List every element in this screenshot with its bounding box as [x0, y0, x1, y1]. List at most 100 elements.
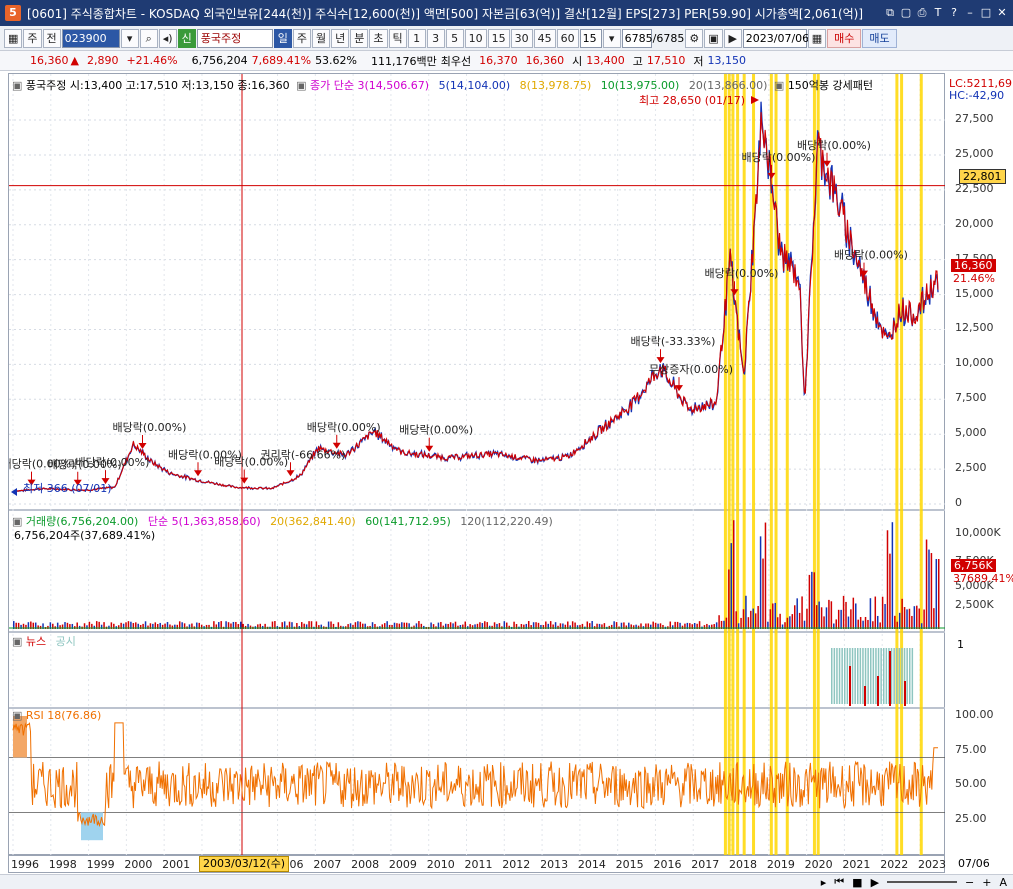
query-icon[interactable]: ▶ — [723, 28, 742, 48]
period-day[interactable]: 일 — [273, 28, 292, 48]
price-tick: 10,000 — [955, 356, 994, 370]
close-icon[interactable]: ✕ — [995, 6, 1009, 20]
price-tick: 27,500 — [955, 112, 994, 126]
interval-45[interactable]: 45 — [533, 28, 556, 48]
font-size-icon[interactable]: A — [999, 876, 1007, 889]
date-input[interactable]: 2023/07/06 — [742, 28, 809, 48]
volume-bar — [730, 543, 733, 629]
interval-3[interactable]: 3 — [426, 28, 445, 48]
period-month[interactable]: 월 — [312, 28, 331, 48]
stock-name-field[interactable]: 풍국주정 — [196, 28, 273, 48]
volume-bar — [757, 605, 759, 629]
maximize-icon[interactable]: □ — [979, 6, 993, 20]
panel-separator-rsi — [9, 707, 946, 709]
dividend-note: 배당락(0.00%) — [705, 267, 779, 280]
save-icon[interactable]: ▣ — [704, 28, 723, 48]
zoom-in-icon[interactable]: + — [982, 876, 991, 889]
price-change: 2,890 — [86, 54, 119, 67]
event-highlight-bar — [727, 74, 731, 856]
interval-10[interactable]: 10 — [464, 28, 487, 48]
dividend-note: 배당락(-33.33%) — [631, 335, 716, 348]
volume-bar — [906, 609, 908, 629]
help-icon[interactable]: ? — [947, 6, 961, 20]
disclosure-mark — [893, 648, 895, 704]
disclosure-mark — [838, 648, 841, 704]
interval-value-input[interactable]: 15 — [579, 28, 602, 48]
volume-bar — [828, 599, 830, 629]
x-axis-right-label: 07/06 — [958, 857, 990, 870]
volume-bar — [772, 603, 774, 629]
zoom-slider[interactable] — [887, 881, 958, 883]
volume-bar — [752, 608, 755, 629]
window-controls: ⧉ ▢ ⎙ T ? – □ ✕ — [883, 6, 1013, 20]
current-price: 16,360 — [30, 54, 69, 67]
interval-30[interactable]: 30 — [510, 28, 533, 48]
stock-code-input[interactable]: 023900 — [61, 28, 120, 48]
volume-bar — [340, 625, 342, 629]
year-tick: 2007 — [313, 858, 342, 871]
volume-bar — [608, 625, 611, 629]
market-select[interactable]: 주 — [23, 28, 42, 48]
zoom-out-icon[interactable]: − — [965, 876, 974, 889]
prev-button[interactable]: 전 — [42, 28, 61, 48]
play-icon[interactable]: ▶ — [871, 876, 879, 889]
volume-sub-label: 6,756,204주(37,689.41%) — [14, 529, 156, 542]
disclosure-mark — [831, 648, 833, 704]
print-icon[interactable]: ⎙ — [915, 6, 929, 20]
period-second[interactable]: 초 — [369, 28, 388, 48]
legend-box-icon-6: ▣ — [12, 709, 23, 722]
year-tick: 2018 — [729, 858, 758, 871]
stop-icon[interactable]: ■ — [852, 876, 862, 889]
code-dropdown-icon[interactable]: ▾ — [120, 28, 139, 48]
disclosure-mark — [883, 648, 885, 704]
dividend-arrow-head — [138, 443, 147, 450]
interval-5[interactable]: 5 — [445, 28, 464, 48]
last-price-tag: 16,360 — [951, 259, 996, 272]
year-tick: 2013 — [540, 858, 569, 871]
rsi-tick: 75.00 — [955, 742, 987, 756]
volume-bar — [889, 553, 891, 629]
chart-settings-icon[interactable]: ⚙ — [685, 28, 704, 48]
volume-bar — [815, 605, 818, 629]
price-tick: 20,000 — [955, 216, 994, 230]
period-year[interactable]: 년 — [331, 28, 350, 48]
scroll-right-icon[interactable]: ▸ — [821, 876, 827, 889]
interval-dropdown-icon[interactable]: ▾ — [602, 28, 621, 48]
year-tick: 1998 — [48, 858, 77, 871]
volume-bar — [850, 609, 852, 629]
turnover-pct: 53.62% — [315, 54, 358, 67]
count-input[interactable]: 6785 — [621, 28, 653, 48]
interval-60[interactable]: 60 — [556, 28, 579, 48]
year-tick: 2020 — [804, 858, 833, 871]
ma5-legend: 5(14,104.00) — [438, 79, 511, 92]
speaker-icon[interactable]: ◂) — [158, 28, 177, 48]
buy-button[interactable]: 매수 — [827, 28, 862, 48]
scroll-first-icon[interactable]: ⏮ — [834, 875, 844, 889]
period-week[interactable]: 주 — [292, 28, 312, 48]
calendar-icon[interactable]: ▦ — [807, 28, 827, 48]
event-highlight-bar — [736, 74, 740, 856]
disclosure-mark — [909, 648, 911, 704]
grid-icon[interactable]: ▦ — [4, 28, 23, 48]
interval-1[interactable]: 1 — [407, 28, 426, 48]
volume-bar — [786, 617, 789, 629]
link-icon[interactable]: ⧉ — [883, 6, 897, 20]
vol-ma60-legend: 60(141,712.95) — [365, 515, 451, 528]
minimize-icon[interactable]: – — [963, 6, 977, 20]
volume-bar — [918, 608, 920, 629]
event-highlight-bar — [919, 74, 923, 856]
price-tick: 12,500 — [955, 321, 994, 335]
panel-separator-news — [9, 631, 946, 633]
interval-15[interactable]: 15 — [487, 28, 510, 48]
volume-bar — [874, 596, 877, 629]
news-mark — [877, 676, 879, 706]
period-tick[interactable]: 틱 — [388, 28, 407, 48]
volume-bar — [491, 625, 493, 629]
period-minute[interactable]: 분 — [350, 28, 369, 48]
chart-canvas[interactable]: 배당락(0.00%)배당락(0.00%)배당락(0.00%)배당락(0.00%)… — [2, 73, 946, 856]
search-icon[interactable]: ⌕ — [139, 28, 158, 48]
sell-button[interactable]: 매도 — [862, 28, 897, 48]
disclosure-mark — [906, 648, 908, 704]
copy-icon[interactable]: ▢ — [899, 6, 913, 20]
font-icon[interactable]: T — [931, 6, 945, 20]
